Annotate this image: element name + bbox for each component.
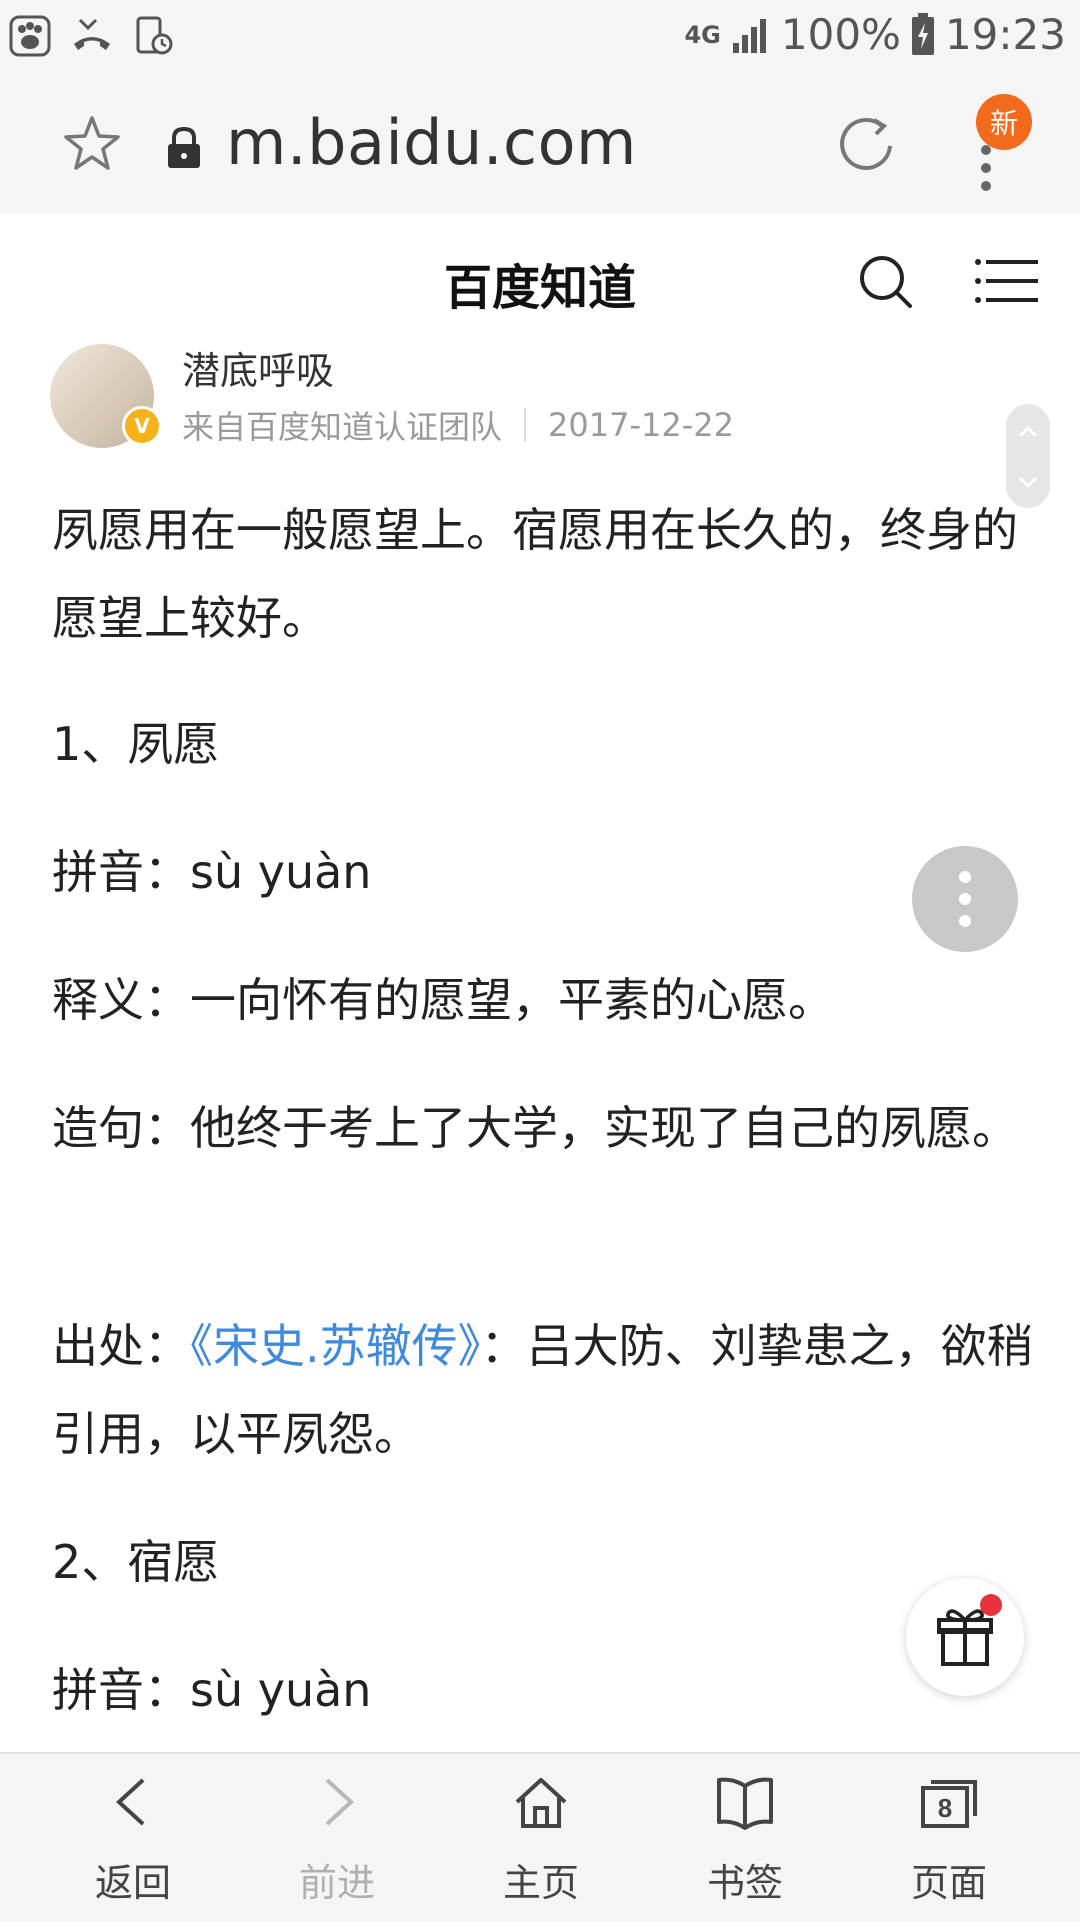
nav-back[interactable]: 返回 — [58, 1772, 208, 1907]
book-icon — [717, 1777, 773, 1830]
new-badge: 新 — [976, 94, 1032, 150]
item1-meaning: 释义：一向怀有的愿望，平素的心愿。 — [52, 973, 834, 1027]
nav-forward[interactable]: 前进 — [262, 1772, 412, 1907]
screen-timer-icon — [136, 16, 173, 55]
home-icon — [515, 1778, 567, 1828]
item1-example: 造句：他终于考上了大学，实现了自己的夙愿。 — [52, 1101, 1018, 1155]
nav-home-label: 主页 — [502, 1861, 579, 1905]
meta-divider — [524, 408, 527, 442]
clock: 19:23 — [944, 10, 1066, 59]
search-icon[interactable] — [858, 254, 914, 310]
fab-dot — [959, 893, 971, 905]
answer-intro: 夙愿用在一般愿望上。宿愿用在长久的，终身的愿望上较好。 — [52, 503, 1018, 645]
answer-meta: 来自百度知道认证团队 2017-12-22 — [182, 402, 734, 448]
nav-back-label: 返回 — [94, 1861, 171, 1905]
source-link[interactable]: 《宋史.苏辙传》 — [190, 1319, 481, 1373]
nav-bookmarks[interactable]: 书签 — [670, 1772, 820, 1907]
nav-tabs-label: 页面 — [910, 1861, 987, 1905]
missed-call-icon — [74, 18, 110, 50]
item2-pinyin: 拼音：sù yuàn — [52, 1663, 372, 1717]
bottom-navigation: 返回 前进 主页 书签 8 页面 — [0, 1752, 1080, 1922]
nav-tabs[interactable]: 8 页面 — [874, 1772, 1024, 1907]
item1-pinyin: 拼音：sù yuàn — [52, 845, 372, 899]
source-label: 出处： — [52, 1319, 190, 1373]
browser-url-bar: m.baidu.com 新 — [0, 76, 1080, 214]
signal-icon — [732, 18, 766, 53]
battery-charging-icon — [911, 12, 934, 55]
reload-icon[interactable] — [834, 112, 900, 178]
back-arrow-icon — [116, 1778, 145, 1826]
item1-title: 1、夙愿 — [52, 717, 220, 771]
answer-content: V 潜底呼吸 来自百度知道认证团队 2017-12-22 夙愿用在一般愿望上。宿… — [0, 340, 1080, 1752]
battery-percent: 100% — [780, 10, 901, 59]
menu-list-icon[interactable] — [974, 256, 1038, 306]
answer-date: 2017-12-22 — [548, 406, 734, 444]
forward-arrow-icon — [325, 1778, 354, 1826]
answer-source: 来自百度知道认证团队 — [182, 408, 503, 446]
fab-dot — [959, 915, 971, 927]
item2-title: 2、宿愿 — [52, 1535, 220, 1589]
address-field[interactable]: m.baidu.com — [226, 106, 637, 179]
site-title[interactable]: 百度知道 — [0, 248, 1080, 318]
nav-home[interactable]: 主页 — [466, 1772, 616, 1907]
site-header: 百度知道 — [0, 214, 1080, 340]
fab-dot — [959, 871, 971, 883]
status-bar: 4G 100% 19:23 — [0, 0, 1080, 76]
network-type: 4G — [684, 20, 721, 49]
nav-bookmarks-label: 书签 — [706, 1861, 783, 1905]
verified-badge: V — [122, 406, 162, 446]
author-name[interactable]: 潜底呼吸 — [182, 340, 334, 395]
scroll-up-icon[interactable] — [1006, 404, 1050, 456]
notification-dot — [980, 1594, 1002, 1616]
tab-count: 8 — [938, 1793, 952, 1823]
tabs-icon: 8 — [921, 1780, 977, 1828]
bookmark-star-icon[interactable] — [62, 114, 122, 174]
more-actions-button[interactable] — [912, 846, 1018, 952]
lock-icon — [168, 126, 200, 168]
item1-source: 出处：《宋史.苏辙传》：吕大防、刘挚患之，欲稍引用，以平夙怨。 — [52, 1302, 1042, 1478]
gift-button[interactable] — [906, 1578, 1024, 1696]
nav-forward-label: 前进 — [298, 1861, 375, 1905]
gift-icon — [937, 1609, 993, 1666]
baidu-paw-icon — [9, 15, 51, 57]
